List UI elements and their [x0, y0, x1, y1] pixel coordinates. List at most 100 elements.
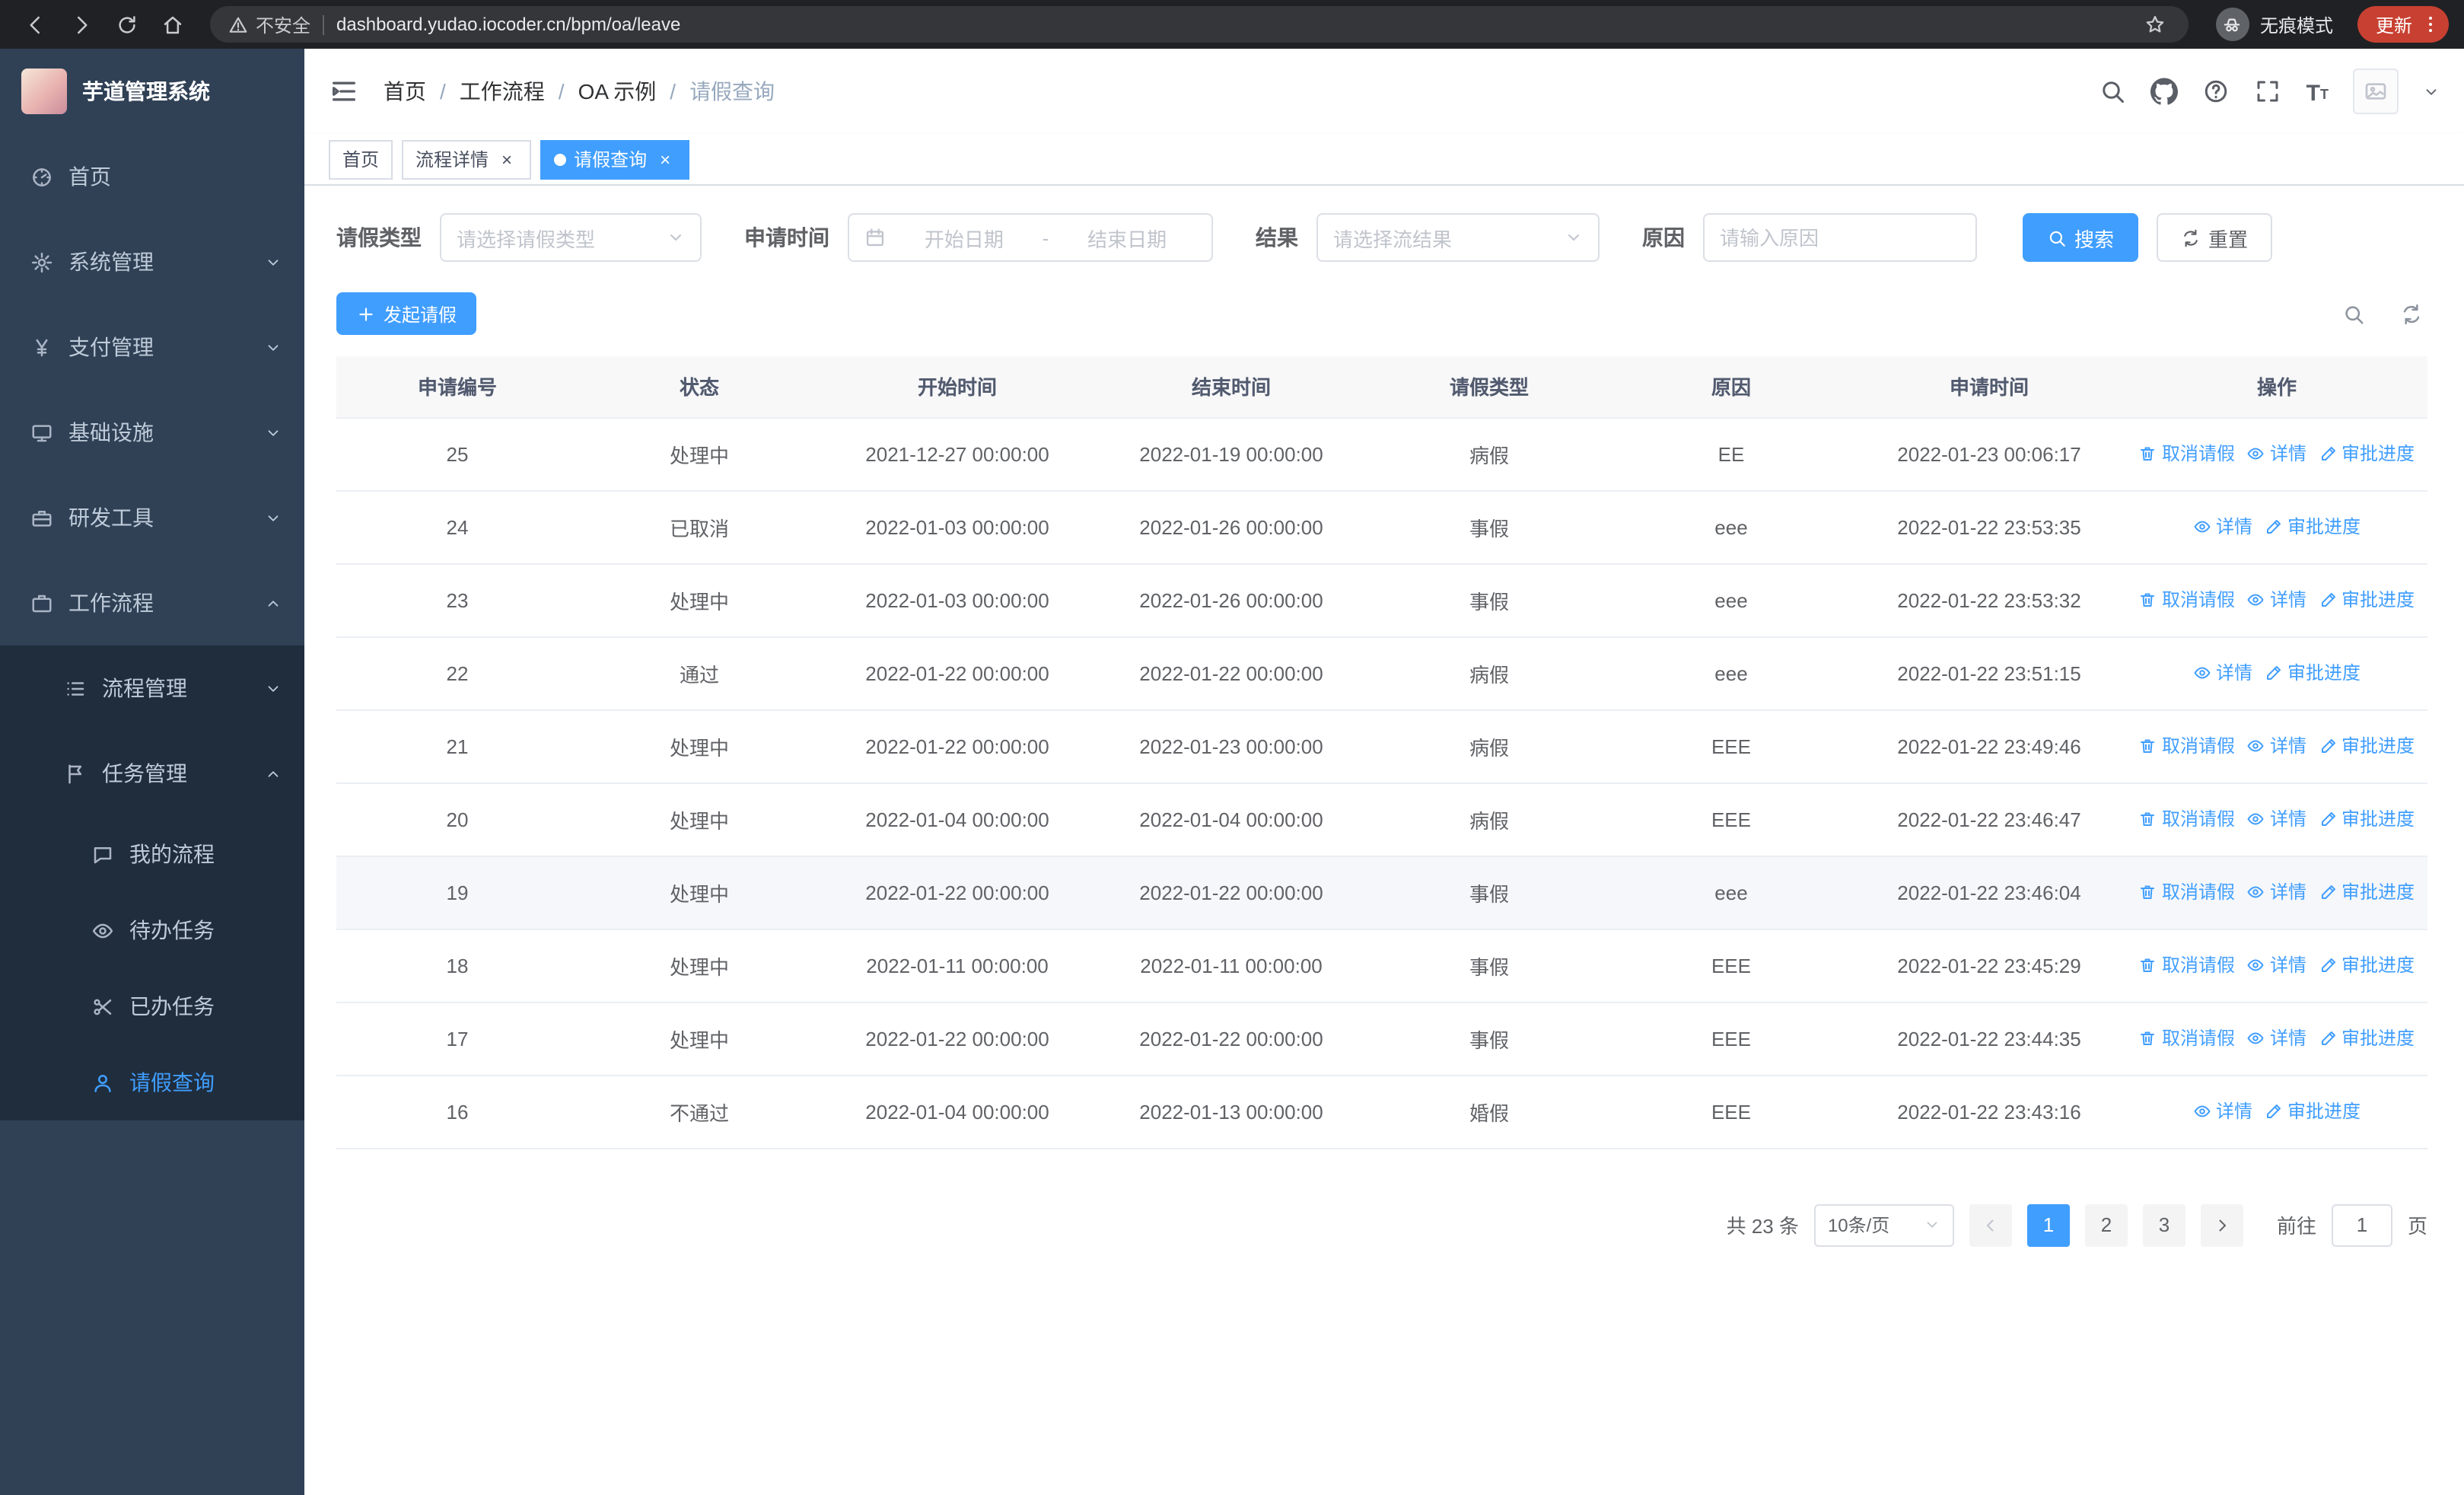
actions-cell: 取消请假 详情 审批进度	[2126, 709, 2427, 783]
sidebar-item-leave-query[interactable]: 请假查询	[0, 1044, 304, 1120]
forward-icon[interactable]	[61, 5, 100, 44]
page-button-3[interactable]: 3	[2142, 1203, 2185, 1246]
github-icon[interactable]	[2150, 78, 2179, 105]
detail-action-link[interactable]: 详情	[2247, 879, 2306, 905]
home-icon[interactable]	[152, 5, 192, 44]
detail-action-link[interactable]: 详情	[2247, 441, 2306, 467]
table-row-22: 22 通过 2022-01-22 00:00:00 2022-01-22 00:00:…	[336, 636, 2427, 710]
sidebar-item-process-mgmt[interactable]: 流程管理	[0, 645, 304, 731]
tag-close-icon[interactable]: ×	[496, 148, 517, 170]
detail-action-link[interactable]: 详情	[2247, 733, 2306, 759]
search-icon[interactable]	[2099, 78, 2127, 105]
end-time-cell: 2022-01-22 00:00:00	[1094, 856, 1368, 929]
monitor-icon	[30, 421, 53, 444]
id-cell: 18	[336, 929, 578, 1003]
progress-action-link[interactable]: 审批进度	[2319, 733, 2415, 759]
id-cell: 21	[336, 709, 578, 783]
security-warning[interactable]: 不安全	[228, 11, 310, 37]
search-button[interactable]: 搜索	[2023, 213, 2139, 262]
toggle-search-icon[interactable]	[2336, 297, 2370, 330]
progress-action-link[interactable]: 审批进度	[2265, 514, 2361, 540]
font-size-icon[interactable]: TT	[2306, 78, 2329, 105]
address-bar[interactable]: 不安全 dashboard.yudao.iocoder.cn/bpm/oa/le…	[210, 6, 2189, 43]
goto-unit: 页	[2407, 1215, 2427, 1238]
avatar-chevron-down-icon[interactable]	[2423, 83, 2440, 100]
breadcrumb-item-2[interactable]: OA 示例	[578, 76, 657, 107]
progress-action-link[interactable]: 审批进度	[2319, 1025, 2415, 1051]
cancel-action-link[interactable]: 取消请假	[2139, 441, 2235, 467]
progress-action-link[interactable]: 审批进度	[2319, 441, 2415, 467]
leave-type-select[interactable]: 请选择请假类型	[440, 213, 702, 262]
reason-input[interactable]	[1703, 213, 1977, 262]
total-count: 共 23 条	[1726, 1215, 1799, 1238]
bookmark-star-icon[interactable]	[2140, 9, 2170, 40]
detail-action-link[interactable]: 详情	[2247, 806, 2306, 832]
sidebar-item-system[interactable]: 系统管理	[0, 219, 304, 304]
content: 请假类型 请选择请假类型 申请时间 开始日期 - 结束日期 结果 请选择流结果 …	[304, 186, 2464, 1495]
reset-button[interactable]: 重置	[2157, 213, 2273, 262]
detail-action-link[interactable]: 详情	[2193, 660, 2252, 686]
progress-action-link[interactable]: 审批进度	[2319, 952, 2415, 978]
prev-page-button[interactable]	[1969, 1203, 2012, 1246]
progress-action-link[interactable]: 审批进度	[2265, 660, 2361, 686]
main: 首页 / 工作流程 / OA 示例 / 请假查询 TT 首页 流程详情 × 请假查询 × 请假类型	[304, 49, 2464, 1495]
sidebar-item-task-mgmt[interactable]: 任务管理	[0, 731, 304, 816]
create-leave-button[interactable]: 发起请假	[336, 292, 477, 335]
refresh-table-icon[interactable]	[2394, 297, 2427, 330]
browser-menu-icon[interactable]	[2415, 9, 2446, 40]
cancel-action-link[interactable]: 取消请假	[2139, 806, 2235, 832]
goto-page-input[interactable]	[2331, 1203, 2392, 1246]
fullscreen-icon[interactable]	[2255, 78, 2282, 105]
sidebar-item-home[interactable]: 首页	[0, 134, 304, 219]
cancel-action-link[interactable]: 取消请假	[2139, 952, 2235, 978]
sidebar-item-infrastructure[interactable]: 基础设施	[0, 390, 304, 475]
detail-action-link[interactable]: 详情	[2247, 1025, 2306, 1051]
detail-action-link[interactable]: 详情	[2193, 1098, 2252, 1124]
cancel-action-link[interactable]: 取消请假	[2139, 879, 2235, 905]
logo-row[interactable]: 芋道管理系统	[0, 49, 304, 134]
sidebar-item-label: 基础设施	[68, 420, 154, 445]
detail-action-link[interactable]: 详情	[2193, 514, 2252, 540]
tag-leave-query[interactable]: 请假查询 ×	[540, 139, 690, 179]
start-time-cell: 2022-01-22 00:00:00	[820, 1002, 1094, 1076]
reload-icon[interactable]	[107, 5, 146, 44]
progress-action-link[interactable]: 审批进度	[2319, 587, 2415, 613]
page-button-2[interactable]: 2	[2084, 1203, 2128, 1246]
progress-action-link[interactable]: 审批进度	[2319, 879, 2415, 905]
page-size-select[interactable]: 10条/页	[1813, 1203, 1954, 1246]
id-cell: 25	[336, 417, 578, 491]
sidebar-item-devtools[interactable]: 研发工具	[0, 475, 304, 560]
edit-icon	[2319, 591, 2337, 609]
help-icon[interactable]	[2203, 78, 2230, 105]
sidebar-item-my-process[interactable]: 我的流程	[0, 816, 304, 892]
cancel-action-link[interactable]: 取消请假	[2139, 587, 2235, 613]
eye-icon	[2247, 1029, 2265, 1047]
progress-action-link[interactable]: 审批进度	[2265, 1098, 2361, 1124]
tag-home[interactable]: 首页	[329, 139, 393, 179]
incognito-badge: 无痕模式	[2207, 8, 2342, 41]
cancel-action-link[interactable]: 取消请假	[2139, 733, 2235, 759]
update-button[interactable]: 更新	[2357, 6, 2449, 43]
next-page-button[interactable]	[2200, 1203, 2243, 1246]
avatar[interactable]	[2353, 69, 2399, 114]
tag-close-icon[interactable]: ×	[654, 148, 676, 170]
sidebar-item-todo-task[interactable]: 待办任务	[0, 892, 304, 968]
tag-process-detail[interactable]: 流程详情 ×	[402, 139, 532, 179]
apply-time-range-picker[interactable]: 开始日期 - 结束日期	[848, 213, 1213, 262]
back-icon[interactable]	[15, 5, 55, 44]
breadcrumb-item-1[interactable]: 工作流程	[460, 76, 545, 107]
breadcrumb-item-0[interactable]: 首页	[384, 76, 426, 107]
sidebar-item-done-task[interactable]: 已办任务	[0, 968, 304, 1044]
menu-fold-icon[interactable]	[329, 76, 359, 107]
chevron-up-icon	[265, 765, 282, 782]
progress-action-link[interactable]: 审批进度	[2319, 806, 2415, 832]
detail-action-link[interactable]: 详情	[2247, 952, 2306, 978]
sidebar-item-payment[interactable]: 支付管理	[0, 304, 304, 390]
sidebar-item-workflow[interactable]: 工作流程	[0, 560, 304, 645]
table-row-17: 17 处理中 2022-01-22 00:00:00 2022-01-22 00:00…	[336, 1002, 2427, 1076]
table-tools	[2336, 297, 2427, 330]
detail-action-link[interactable]: 详情	[2247, 587, 2306, 613]
page-button-1[interactable]: 1	[2026, 1203, 2070, 1246]
cancel-action-link[interactable]: 取消请假	[2139, 1025, 2235, 1051]
result-select[interactable]: 请选择流结果	[1316, 213, 1600, 262]
